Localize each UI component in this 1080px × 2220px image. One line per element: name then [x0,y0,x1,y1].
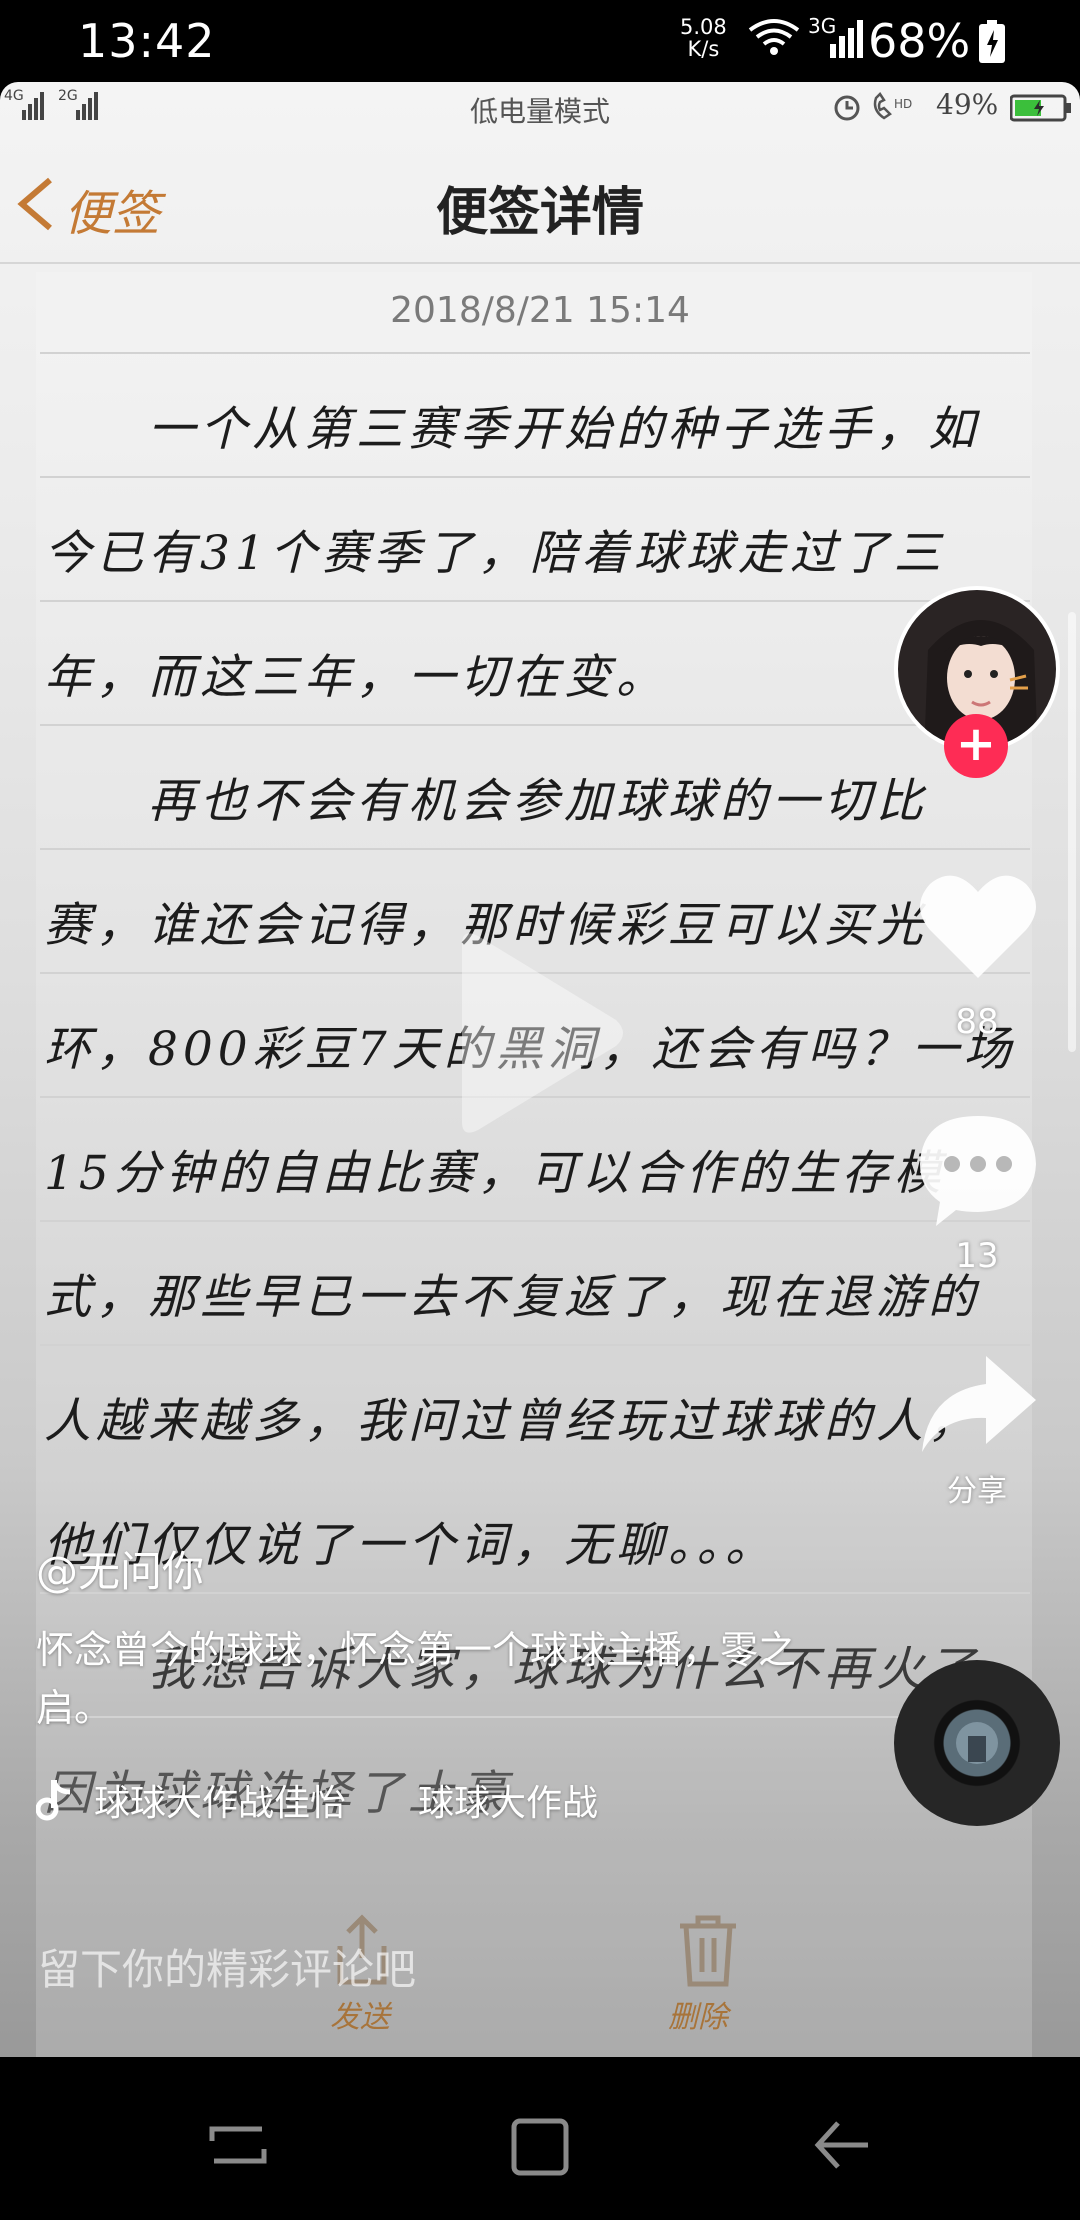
network-speed-unit: K/s [687,37,720,61]
status-time: 13:42 [78,14,216,68]
battery-percent: 68% [868,14,971,68]
memo-rule [40,1220,1030,1222]
system-nav-bar [0,2057,1080,2220]
comment-icon[interactable] [916,1112,1040,1230]
music-disc[interactable] [894,1660,1060,1826]
photo-battery-percent: 49% [936,88,999,121]
author-name[interactable]: @无问你 [36,1538,856,1599]
music-info[interactable]: 球球大作战佳怡 球球大作战 [36,1774,598,1826]
like-count: 88 [955,1002,999,1042]
photo-memo-header: 便签 便签详情 [0,134,1080,264]
wifi-icon [748,19,800,55]
alarm-icon: HD [834,92,912,121]
memo-rule [40,1344,1030,1346]
memo-rule [40,1468,1030,1470]
share-arrow-icon[interactable] [916,1352,1040,1456]
memo-date: 2018/8/21 15:14 [390,290,690,331]
comment-input[interactable]: 留下你的精彩评论吧 [38,1936,416,1997]
photo-delete-label: 删除 [668,2000,728,2035]
photo-memo-title: 便签详情 [435,182,644,243]
memo-rule [40,476,1030,478]
svg-text:HD: HD [894,97,912,111]
photo-battery-icon [1010,94,1071,122]
video-description: 怀念曾今的球球，怀念第一个球球主播，零之启。 [36,1628,797,1730]
scroll-handle[interactable] [1068,612,1076,1052]
home-icon[interactable] [510,2117,570,2177]
trash-icon [680,1915,736,1987]
memo-rule [40,724,1030,726]
network-type: 3G [808,14,837,38]
heart-icon[interactable] [916,870,1040,982]
memo-rule [40,352,1030,354]
memo-line: 式，那些早已一去不复返了，现在退游的 [44,1270,980,1325]
network-speed: 5.08 K/s [680,16,727,60]
share-label: 分享 [947,1474,1007,1509]
memo-line: 今已有31个赛季了，陪着球球走过了三 [44,526,946,581]
music-note-icon [36,1780,71,1821]
status-bar: 13:42 5.08 K/s 3G 68% [0,0,1080,82]
back-icon[interactable] [812,2117,872,2173]
video-caption: @无问你 怀念曾今的球球，怀念第一个球球主播，零之启。 [36,1538,856,1737]
memo-line: 一个从第三赛季开始的种子选手，如 [44,402,980,457]
music-title: 球球大作战佳怡 球球大作战 [94,1783,599,1824]
memo-line: 年，而这三年，一切在变。 [44,650,668,705]
recent-apps-icon[interactable] [208,2121,268,2169]
comment-count: 13 [955,1236,999,1276]
memo-line: 人越来越多，我问过曾经玩过球球的人， [44,1394,980,1449]
photo-send-label: 发送 [330,2000,390,2035]
memo-rule [40,848,1030,850]
play-icon[interactable] [450,928,630,1138]
music-cover-image [956,1722,998,1764]
memo-rule [40,600,1030,602]
follow-button[interactable]: + [944,714,1008,778]
battery-icon [979,20,1005,63]
memo-line: 再也不会有机会参加球球的一切比 [44,774,928,829]
network-speed-value: 5.08 [680,15,727,39]
photo-status-bar: 4G 2G 低电量模式 HD 49% [0,82,1080,134]
memo-line: 15分钟的自由比赛，可以合作的生存模 [44,1146,946,1201]
